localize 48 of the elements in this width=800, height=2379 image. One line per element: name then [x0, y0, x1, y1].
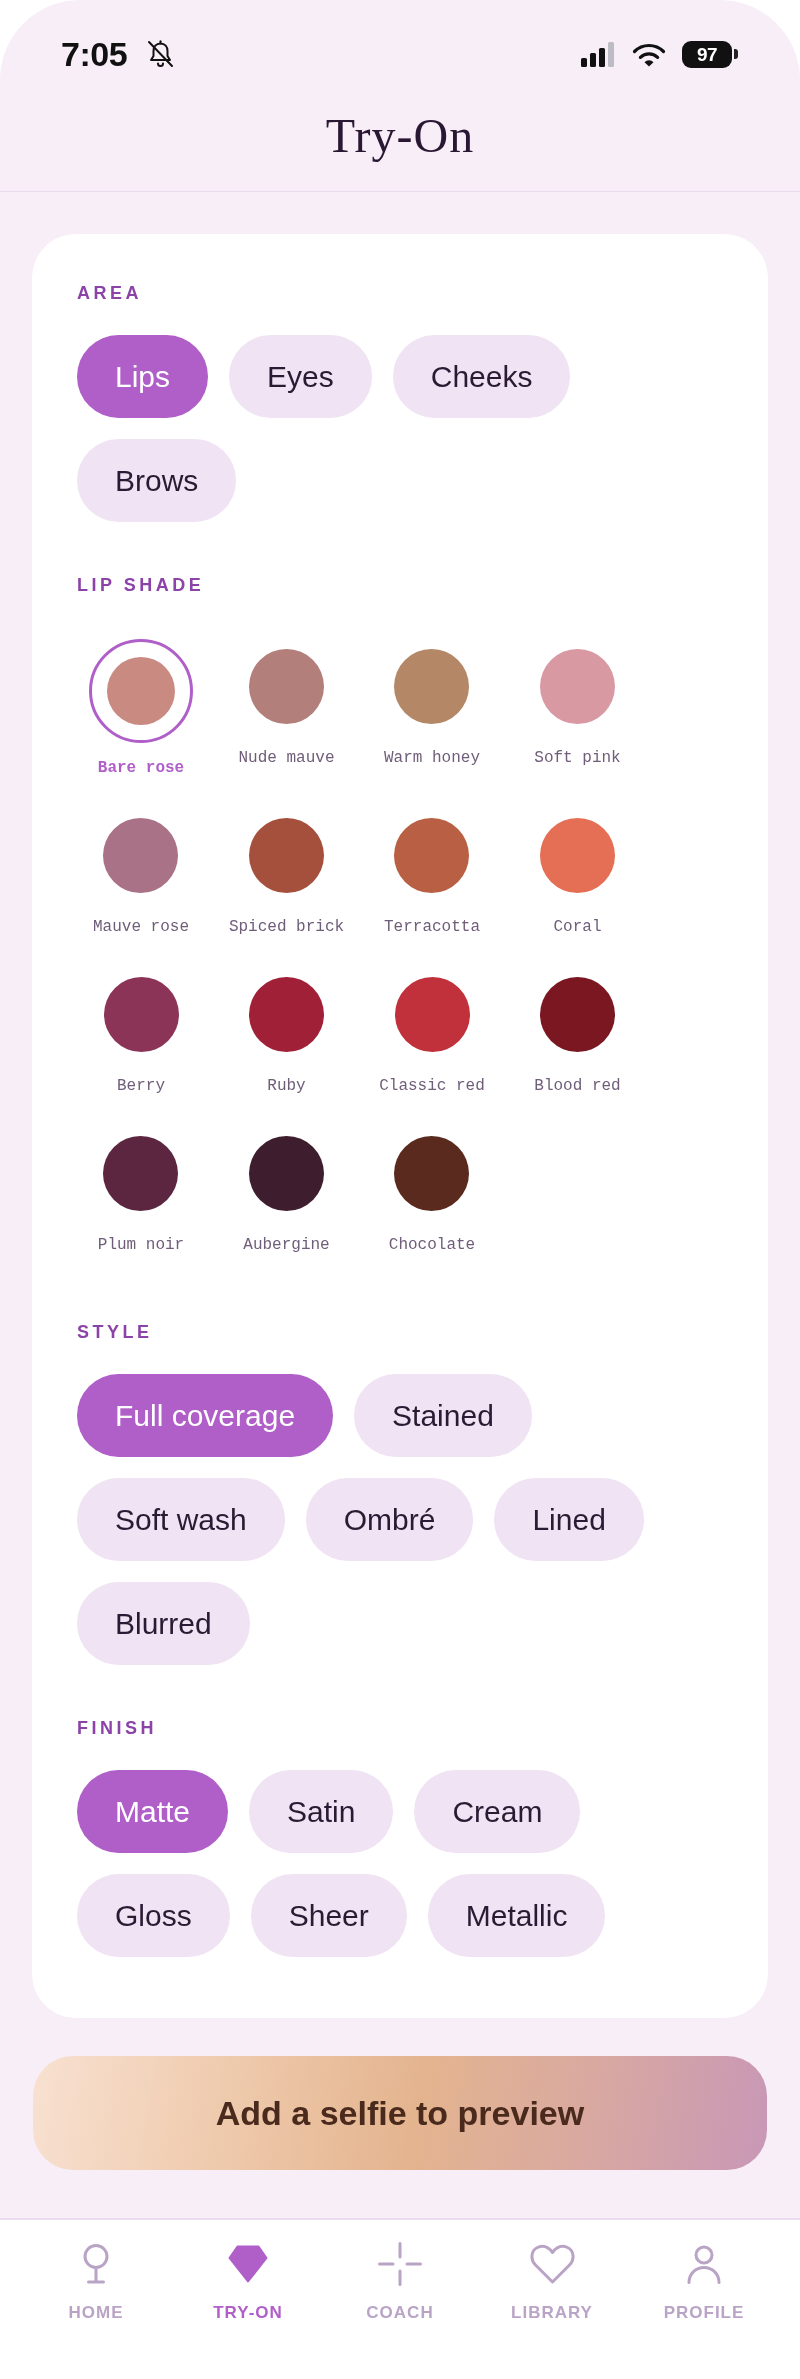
filter-chip[interactable]: Eyes — [229, 335, 372, 418]
filter-chip[interactable]: Stained — [354, 1374, 532, 1457]
shade-option[interactable]: Mauve rose — [93, 808, 189, 937]
section-label: LIP SHADE — [77, 574, 206, 596]
shade-option[interactable]: Ruby — [249, 967, 324, 1096]
add-selfie-button[interactable]: Add a selfie to preview — [33, 2056, 767, 2170]
filter-chip[interactable]: Soft wash — [77, 1478, 285, 1561]
heart-icon — [528, 2244, 576, 2284]
shade-option[interactable]: Berry — [103, 967, 179, 1096]
filter-chip[interactable]: Lips — [77, 335, 209, 418]
status-time: 7:05 — [61, 37, 128, 71]
shade-option[interactable]: Spiced brick — [228, 808, 345, 937]
filter-chip[interactable]: Cheeks — [392, 335, 571, 418]
shade-option[interactable]: Soft pink — [534, 639, 621, 768]
shade-option[interactable]: Classic red — [379, 967, 485, 1096]
shade-option[interactable]: Chocolate — [388, 1126, 476, 1255]
crosshair-icon — [378, 2242, 422, 2286]
section-label: STYLE — [77, 1321, 154, 1343]
mirror-icon — [82, 2244, 110, 2284]
filter-chip[interactable]: Sheer — [250, 1874, 407, 1957]
filter-chip[interactable]: Full coverage — [77, 1374, 334, 1457]
filter-chip[interactable]: Blurred — [77, 1582, 250, 1665]
gem-icon — [228, 2245, 268, 2283]
section-label: FINISH — [77, 1717, 158, 1739]
filter-chip[interactable]: Matte — [77, 1770, 229, 1853]
filter-chip[interactable]: Lined — [494, 1478, 644, 1561]
page-title: Try-On — [325, 112, 475, 160]
filter-chip[interactable]: Gloss — [77, 1874, 230, 1957]
shade-option[interactable]: Warm honey — [384, 639, 480, 768]
filter-chip[interactable]: Satin — [249, 1770, 394, 1853]
wifi-icon — [632, 41, 666, 67]
bell-slash-icon — [146, 40, 176, 68]
shade-option[interactable]: Bare rose — [89, 639, 193, 778]
person-icon — [686, 2244, 722, 2284]
shade-option[interactable]: Terracotta — [384, 808, 480, 937]
filter-chip[interactable]: Ombré — [305, 1478, 474, 1561]
battery-indicator: 97 — [682, 40, 738, 68]
filter-chip[interactable]: Brows — [77, 439, 237, 522]
shade-option[interactable]: Blood red — [534, 967, 621, 1096]
shade-option[interactable]: Aubergine — [243, 1126, 330, 1255]
section-label: AREA — [77, 282, 143, 304]
signal-icon — [581, 41, 615, 67]
filter-chip[interactable]: Metallic — [427, 1874, 606, 1957]
shade-option[interactable]: Plum noir — [97, 1126, 185, 1255]
shade-option[interactable]: Nude mauve — [238, 639, 335, 768]
filter-chip[interactable]: Cream — [414, 1770, 581, 1853]
nav-tab[interactable]: TRY-ON — [213, 2242, 283, 2323]
shade-option[interactable]: Coral — [540, 808, 615, 937]
